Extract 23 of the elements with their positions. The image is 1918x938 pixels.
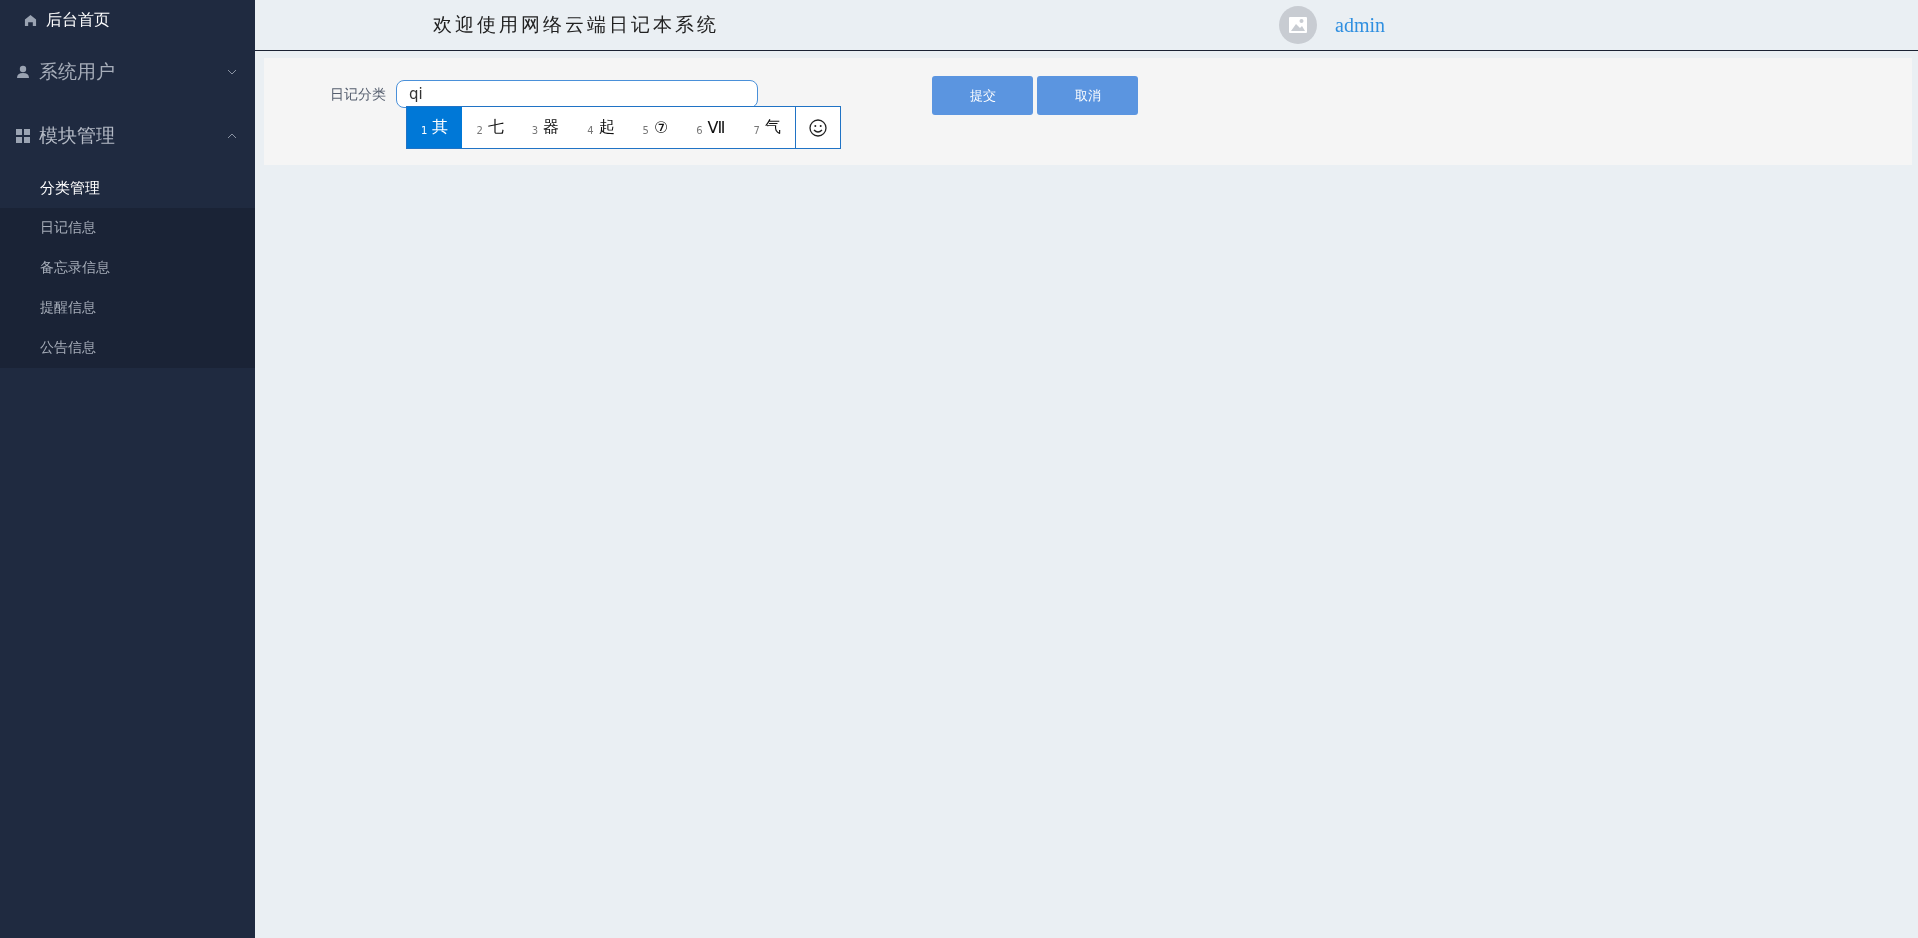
category-input[interactable]: qi <box>396 80 758 108</box>
ime-candidate[interactable]: 3 器 <box>517 107 574 148</box>
menu-item[interactable]: 模块管理 <box>0 104 255 168</box>
page-title: 欢迎使用网络云端日记本系统 <box>433 12 720 37</box>
submenu-item[interactable]: 日记信息 <box>0 208 255 248</box>
ime-candidate[interactable]: 6 Ⅶ <box>682 107 740 148</box>
submenu-item[interactable]: 提醒信息 <box>0 288 255 328</box>
smiley-icon[interactable] <box>808 118 827 137</box>
ime-candidate[interactable]: 7 气 <box>739 107 795 148</box>
submenu-item[interactable]: 备忘录信息 <box>0 248 255 288</box>
submenu-item[interactable]: 分类管理 <box>0 168 255 208</box>
ime-candidate[interactable]: 5 ⑦ <box>628 107 683 148</box>
ime-candidate[interactable]: 1 其 <box>407 107 463 148</box>
home-icon <box>24 13 37 27</box>
submenu-item[interactable]: 公告信息 <box>0 328 255 368</box>
ime-candidate[interactable]: 2 七 <box>462 107 518 148</box>
field-label: 日记分类 <box>330 86 386 104</box>
menu-item[interactable]: 后台首页 <box>0 0 255 40</box>
user-icon <box>16 65 30 79</box>
ime-candidate[interactable]: 4 起 <box>573 107 629 148</box>
grid-icon <box>16 129 30 143</box>
avatar-icon <box>1279 6 1317 44</box>
menu-item[interactable]: 系统用户 <box>0 40 255 104</box>
